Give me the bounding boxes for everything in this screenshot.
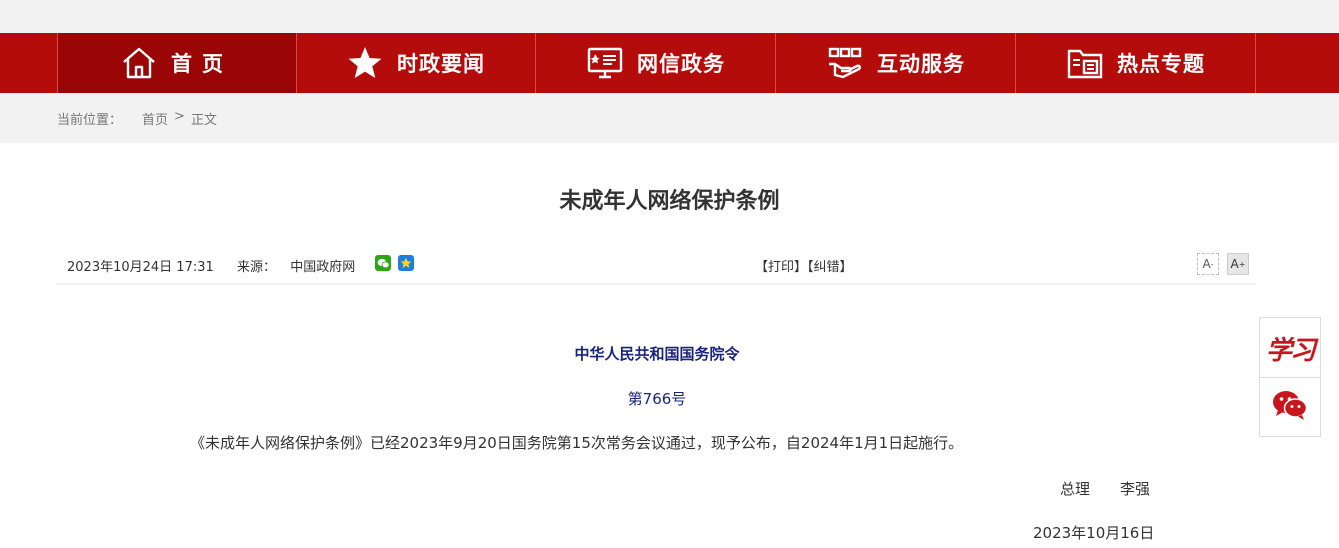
- nav-label: 网信政务: [637, 52, 725, 76]
- article-tools: 【打印】【纠错】: [755, 256, 853, 275]
- signature-name: 李强: [1120, 480, 1151, 498]
- meta-divider: [57, 283, 1257, 285]
- source-label: 来源：: [237, 260, 277, 275]
- order-number: 第766号: [627, 390, 687, 408]
- article-title: 未成年人网络保护条例: [559, 189, 780, 214]
- nav-item-politics[interactable]: 时政要闻: [297, 33, 536, 93]
- breadcrumb-bar: 当前位置： 首页 > 正文: [0, 93, 1339, 143]
- font-decrease-button[interactable]: A-: [1197, 253, 1219, 275]
- signature-role: 总理: [1060, 480, 1091, 498]
- font-increase-label: A: [1230, 257, 1239, 271]
- qzone-share-icon[interactable]: [398, 255, 414, 271]
- monitor-icon: [587, 46, 623, 80]
- nav-label: 互动服务: [877, 52, 965, 76]
- nav-label: 时政要闻: [397, 52, 485, 76]
- article-meta: 2023年10月24日 17:31 来源： 中国政府网 【打印】【纠错】 A- …: [57, 250, 1257, 280]
- publish-date: 2023年10月24日 17:31: [67, 260, 214, 275]
- source-name: 中国政府网: [290, 260, 356, 275]
- nav-label: 首页: [171, 52, 233, 76]
- floating-share-panel: 学习: [1259, 317, 1321, 437]
- share-buttons: [375, 255, 414, 271]
- breadcrumb-prefix: 当前位置：: [57, 113, 123, 128]
- folder-icon: [1067, 46, 1103, 80]
- font-decrease-sup: -: [1210, 259, 1214, 269]
- main-nav: 首页 时政要闻 网信政务 互动服务 热点专题: [0, 33, 1339, 93]
- nav-item-home[interactable]: 首页: [58, 33, 297, 93]
- xuexi-link[interactable]: 学习: [1260, 318, 1320, 378]
- breadcrumb-separator: >: [174, 109, 185, 124]
- order-title: 中华人民共和国国务院令: [574, 345, 740, 363]
- font-increase-sup: +: [1238, 259, 1246, 269]
- article-paragraph: 《未成年人网络保护条例》已经2023年9月20日国务院第15次常务会议通过，现予…: [190, 434, 964, 452]
- wechat-share-icon[interactable]: [375, 255, 391, 271]
- top-strip: [0, 0, 1339, 33]
- font-decrease-label: A: [1202, 257, 1211, 271]
- source: 来源： 中国政府网: [237, 256, 355, 275]
- signature-date: 2023年10月16日: [1033, 524, 1155, 542]
- breadcrumb-current[interactable]: 正文: [191, 109, 217, 128]
- nav-item-interactive[interactable]: 互动服务: [777, 33, 1016, 93]
- signature: 总理 李强: [1060, 478, 1150, 499]
- nav-label: 热点专题: [1117, 52, 1205, 76]
- nav-item-topics[interactable]: 热点专题: [1017, 33, 1256, 93]
- wechat-icon: [1272, 389, 1308, 425]
- font-increase-button[interactable]: A +: [1227, 253, 1249, 275]
- wechat-float-button[interactable]: [1260, 378, 1320, 436]
- star-icon: [347, 46, 383, 80]
- breadcrumb-home-link[interactable]: 首页: [142, 109, 168, 128]
- correct-link[interactable]: 【纠错】: [807, 260, 853, 275]
- breadcrumb: 当前位置： 首页 > 正文: [57, 109, 217, 128]
- xuexi-logo: 学习: [1265, 335, 1316, 366]
- home-icon: [121, 46, 157, 80]
- hand-service-icon: [827, 46, 863, 80]
- print-link[interactable]: 【打印】: [755, 260, 807, 275]
- nav-item-gov-affairs[interactable]: 网信政务: [537, 33, 776, 93]
